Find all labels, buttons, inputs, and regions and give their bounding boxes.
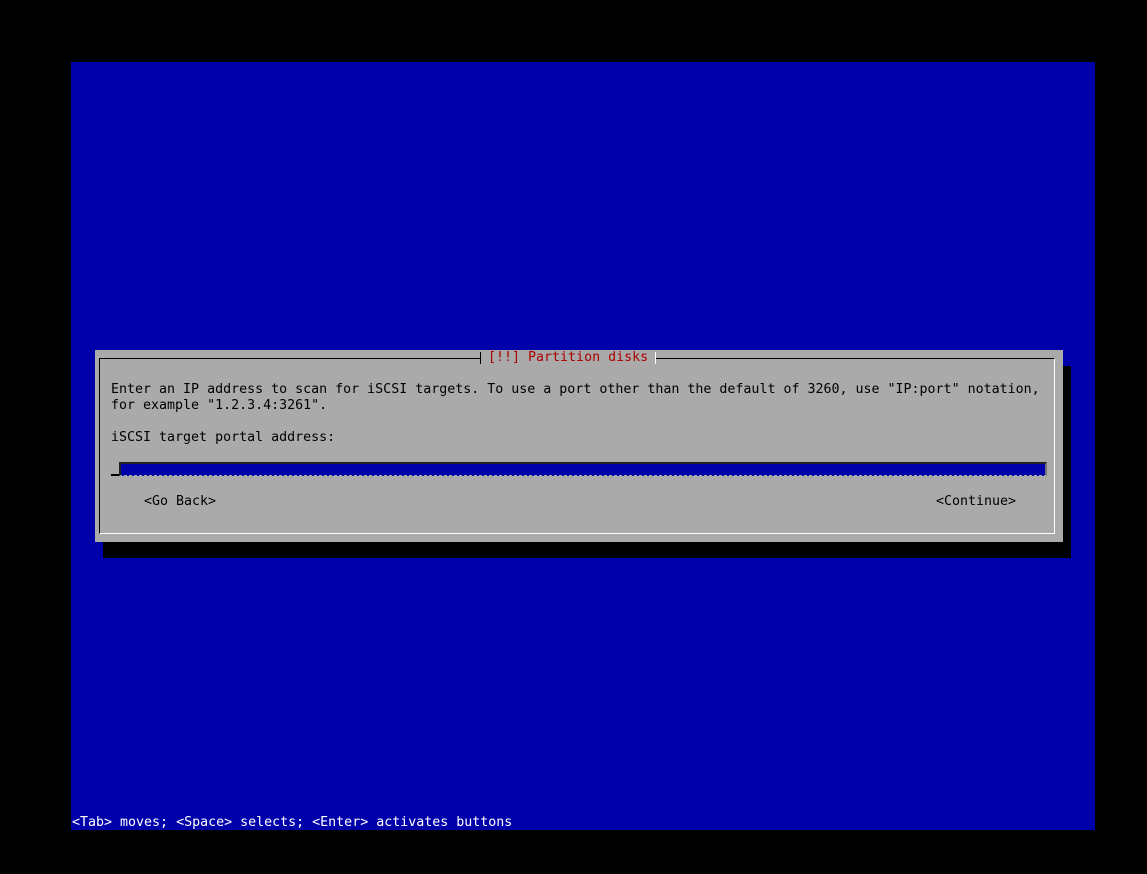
text-cursor (111, 474, 119, 476)
partition-disks-dialog: [!!] Partition disks Enter an IP address… (95, 350, 1063, 542)
portal-address-input[interactable] (119, 462, 1047, 476)
keyboard-help-text: <Tab> moves; <Space> selects; <Enter> ac… (72, 815, 513, 830)
prompt-text-line-2: for example "1.2.3.4:3261". (111, 398, 328, 413)
portal-address-field[interactable] (111, 462, 1047, 478)
continue-button[interactable]: <Continue> (936, 494, 1016, 510)
go-back-button[interactable]: <Go Back> (144, 494, 216, 510)
dialog-title: [!!] Partition disks (480, 350, 657, 366)
prompt-text-line-1: Enter an IP address to scan for iSCSI ta… (111, 382, 1040, 397)
field-label: iSCSI target portal address: (111, 430, 336, 445)
